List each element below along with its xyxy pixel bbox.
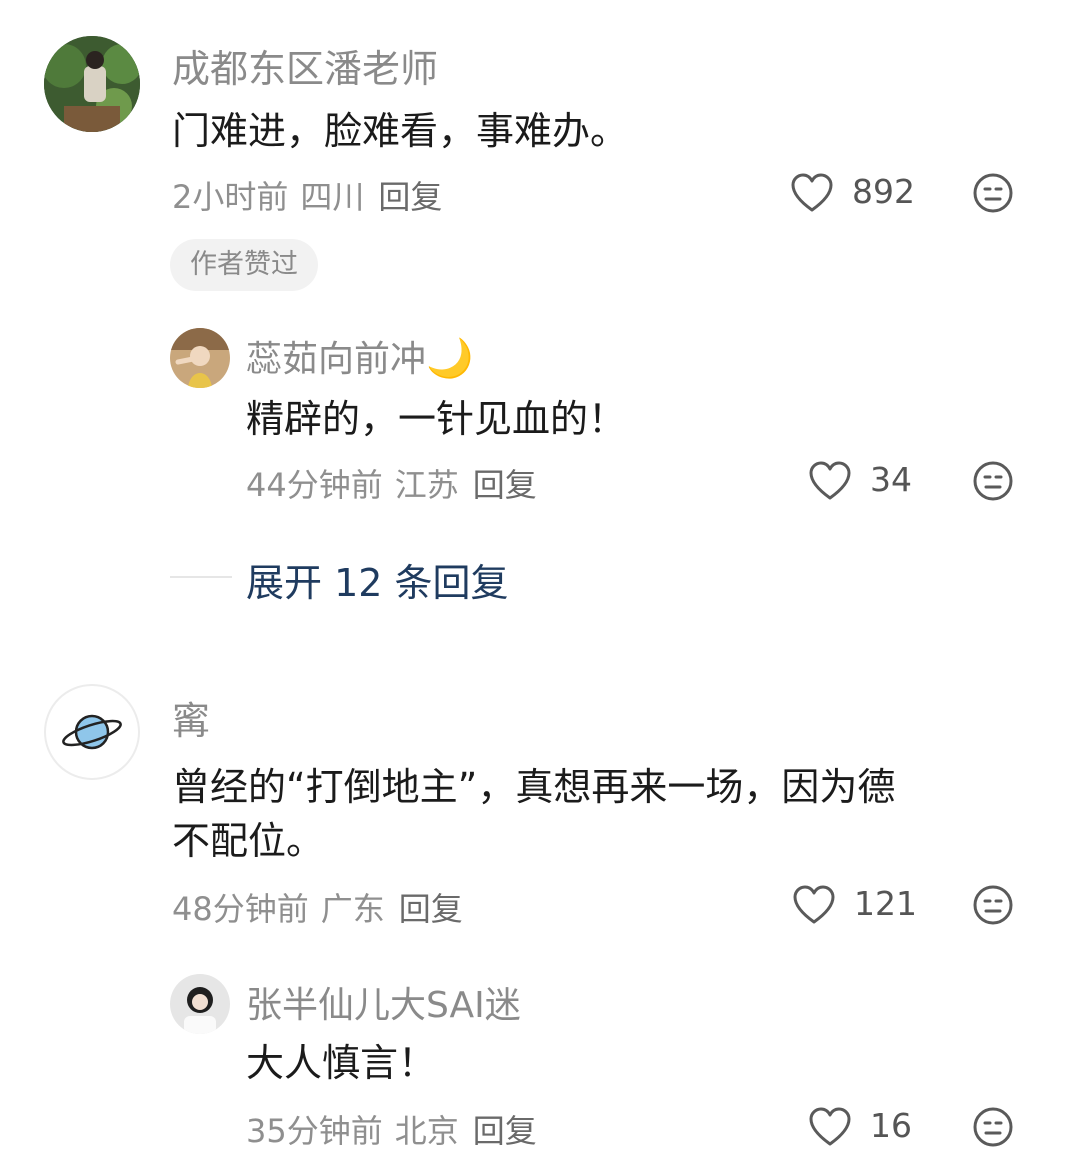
expand-divider [170,576,232,578]
reply-time: 44分钟前 [246,466,383,504]
neutral-face-icon [973,885,1013,925]
comment-author[interactable]: 成都东区潘老师 [172,38,438,93]
avatar-girl-image [170,328,230,388]
heart-outline-icon [809,461,851,500]
comment-author[interactable]: 寗 [172,690,210,745]
author-liked-badge: 作者赞过 [170,239,318,291]
reply-author-name: 蕊茹向前冲 [246,339,427,380]
reply-location: 江苏 [394,466,459,504]
like-count: 121 [854,884,917,923]
reply-button[interactable]: 回复 [399,890,463,928]
avatar[interactable] [170,328,230,388]
reply-text: 大人慎言！ [246,1041,437,1085]
neutral-face-icon [973,1107,1013,1147]
like-count: 16 [870,1106,912,1145]
comment-meta: 2小时前 四川 回复 [172,172,442,218]
reply-author[interactable]: 张半仙儿大SAI迷 [246,976,521,1028]
reply-button[interactable]: 回复 [378,178,442,216]
like-button[interactable] [808,460,854,504]
like-count: 892 [852,172,915,211]
dislike-button[interactable] [972,884,1016,928]
comment-text-line: 曾经的“打倒地主”，真想再来一场，因为德 [172,765,896,809]
planet-icon [62,714,122,750]
comment-text: 门难进，脸难看，事难办。 [172,109,629,153]
avatar[interactable] [44,36,140,132]
expand-replies-link[interactable]: 展开 12 条回复 [246,552,509,607]
moon-emoji-icon: 🌙 [426,336,474,380]
reply-meta: 35分钟前 北京 回复 [246,1106,537,1152]
like-button[interactable] [808,1106,854,1150]
avatar-garden-image [44,36,140,132]
heart-outline-icon [791,173,833,212]
reply-button[interactable]: 回复 [473,1112,537,1150]
dislike-button[interactable] [972,172,1016,216]
avatar[interactable] [44,684,140,780]
comment-text: 曾经的“打倒地主”，真想再来一场，因为德 不配位。 [172,760,1032,868]
reply-text: 精辟的，一针见血的！ [246,397,627,441]
reply-author[interactable]: 蕊茹向前冲🌙 [246,330,473,382]
like-button[interactable] [790,172,836,216]
reply-button[interactable]: 回复 [473,466,537,504]
comment-text-line: 不配位。 [172,819,325,863]
comment-time: 2小时前 [172,178,289,216]
dislike-button[interactable] [972,1106,1016,1150]
comment-location: 四川 [300,178,365,216]
comment-meta: 48分钟前 广东 回复 [172,884,463,930]
like-count: 34 [870,460,912,499]
reply-location: 北京 [394,1112,459,1150]
reply-time: 35分钟前 [246,1112,383,1150]
dislike-button[interactable] [972,460,1016,504]
avatar-portrait-image [170,974,230,1034]
reply-meta: 44分钟前 江苏 回复 [246,460,537,506]
heart-outline-icon [793,885,835,924]
avatar[interactable] [170,974,230,1034]
heart-outline-icon [809,1107,851,1146]
comment-location: 广东 [320,890,385,928]
like-button[interactable] [792,884,838,928]
comment-time: 48分钟前 [172,890,309,928]
neutral-face-icon [973,461,1013,501]
neutral-face-icon [973,173,1013,213]
